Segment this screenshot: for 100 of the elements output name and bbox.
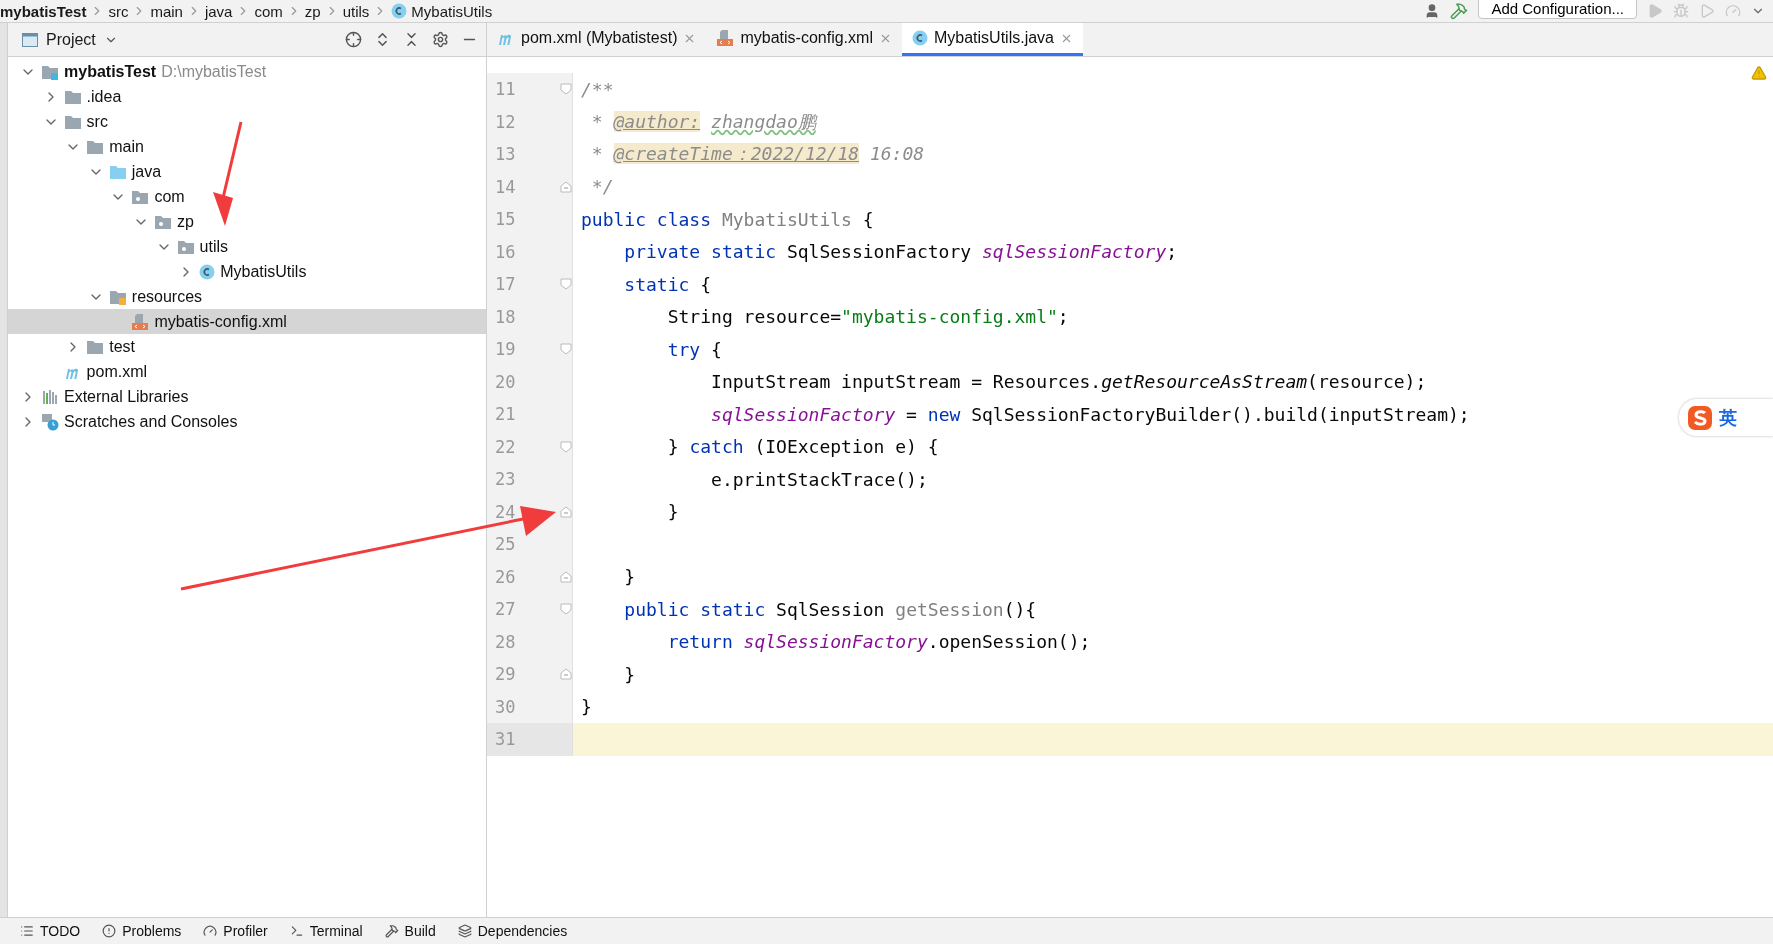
line-number: 21 [494,404,516,425]
editor-tab[interactable]: pom.xml (Mybatistest) [487,23,707,56]
line-number: 26 [494,566,516,587]
line-number: 12 [494,111,516,132]
line-number: 16 [494,241,516,262]
project-path: D:\mybatisTest [161,62,267,81]
line-number: 13 [494,144,516,165]
code-line: public static SqlSession getSession(){ [623,598,1037,620]
editor-tab[interactable]: MybatisUtils.java [901,23,1083,56]
sogou-logo-icon [1687,404,1713,431]
code-line: */ [590,176,614,198]
code-line: private static SqlSessionFactory sqlSessionFactory; [623,241,1178,263]
line-number: 23 [494,469,516,490]
tree-item[interactable]: main [8,134,486,159]
line-number: 20 [494,371,516,392]
class-icon [199,263,216,280]
code-line: String resource="mybatis-config.xml"; [666,306,1069,328]
line-number: 14 [494,176,516,197]
window-icon [22,32,38,47]
breadcrumb-item[interactable]: src [108,2,129,20]
code-line: } [580,696,592,718]
problems-icon [102,924,117,938]
breadcrumb-item[interactable]: zp [304,2,321,20]
fold-marker-icon[interactable] [560,668,572,680]
editor-tab[interactable]: mybatis-config.xml [706,23,902,56]
tool-window-button[interactable]: Terminal [289,923,363,939]
settings-icon[interactable] [432,31,449,48]
warning-icon[interactable] [1751,65,1767,81]
fold-marker-icon[interactable] [560,570,572,583]
tree-item[interactable]: mybatisTest D:\mybatisTest [8,59,486,84]
tree-item[interactable]: External Libraries [8,384,486,409]
list-icon [20,924,34,938]
tool-window-button[interactable]: Build [384,923,436,939]
code-line: try { [666,338,722,360]
terminal-icon [289,924,304,938]
tool-window-button[interactable]: Problems [102,923,182,939]
code-line: sqlSessionFactory = new SqlSessionFactoryBuilder().build(inputStream); [710,403,1470,425]
library-icon [41,387,59,406]
tree-item[interactable]: .idea [8,84,486,109]
locate-icon[interactable] [345,31,362,48]
class-icon [391,3,408,19]
scratches-icon [41,412,59,431]
hammer-icon[interactable] [1450,2,1469,20]
breadcrumb-item[interactable]: mybatisTest [0,2,87,20]
line-number: 24 [494,501,516,522]
xml-file-icon [716,29,735,47]
line-number: 22 [494,436,516,457]
code-line: InputStream inputStream = Resources.getResourceAsStream(resource); [710,371,1427,393]
tree-item[interactable]: utils [8,234,486,259]
input-method-widget[interactable]: 英 [1679,399,1773,436]
xml-file-icon [131,312,150,331]
breadcrumb-item[interactable]: main [150,2,183,20]
line-number: 15 [494,209,516,230]
tree-item[interactable]: java [8,159,486,184]
tree-item[interactable]: com [8,184,486,209]
code-line: return sqlSessionFactory.openSession(); [666,631,1091,653]
line-number: 27 [494,599,516,620]
tool-window-button[interactable]: Profiler [203,923,268,939]
line-number: 17 [494,274,516,295]
project-view-selector[interactable]: Project [22,30,118,49]
fold-marker-icon[interactable] [560,603,572,615]
fold-marker-icon[interactable] [560,505,572,518]
line-number: 28 [494,631,516,652]
code-line: static { [623,273,712,295]
fold-marker-icon[interactable] [560,343,572,355]
line-number: 19 [494,339,516,360]
breadcrumb-item[interactable]: MybatisUtils [411,2,493,20]
code-line: * @author: zhangdao鹏 [590,109,816,134]
tree-item[interactable]: pom.xml [8,359,486,384]
tree-item[interactable]: MybatisUtils [8,259,486,284]
breadcrumb-item[interactable]: com [254,2,283,20]
tree-item[interactable]: src [8,109,486,134]
line-number: 31 [494,729,516,750]
line-number: 11 [494,79,516,100]
line-number: 25 [494,534,516,555]
code-line: /** [580,78,614,100]
hammer-icon [384,924,399,938]
tree-item[interactable]: mybatis-config.xml [8,309,486,334]
breadcrumb-item[interactable]: java [204,2,233,20]
fold-marker-icon[interactable] [560,278,572,290]
breadcrumb-item[interactable]: utils [342,2,370,20]
code-line: * @createTime：2022/12/18 16:08 [590,142,925,167]
tool-window-button[interactable]: TODO [20,923,81,939]
code-line: } [623,663,636,685]
tree-item[interactable]: resources [8,284,486,309]
fold-marker-icon[interactable] [560,83,572,95]
code-line: public class MybatisUtils { [580,208,874,230]
tool-window-button[interactable]: Dependencies [457,923,568,939]
code-line: e.printStackTrace(); [710,468,928,490]
fold-marker-icon[interactable] [560,180,572,193]
code-line: } catch (IOException e) { [666,436,939,458]
add-configuration-button[interactable]: Add Configuration... [1478,0,1637,19]
line-number: 18 [494,306,516,327]
line-number: 29 [494,664,516,685]
tree-item[interactable]: Scratches and Consoles [8,409,486,434]
ime-mode-label: 英 [1719,405,1737,430]
code-line: } [623,566,636,588]
tree-item[interactable]: test [8,334,486,359]
fold-marker-icon[interactable] [560,440,572,453]
tree-item[interactable]: zp [8,209,486,234]
